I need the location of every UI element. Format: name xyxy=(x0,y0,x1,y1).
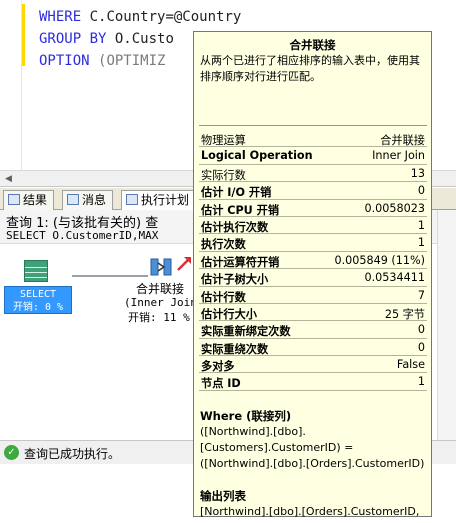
tooltip-divider xyxy=(199,125,427,126)
sql-line-2: GROUP BY O.Custo xyxy=(39,31,174,47)
tooltip-property-row: 物理运算 合并联接 xyxy=(199,130,427,148)
tab-results[interactable]: 结果 xyxy=(3,190,55,210)
tooltip-where-title: Where (联接列) xyxy=(200,409,292,423)
editor-gutter xyxy=(0,0,22,170)
tooltip-title: 合并联接 xyxy=(289,38,336,52)
tooltip-properties: 物理运算 合并联接 Logical Operation Inner Join 实际行数 1… xyxy=(199,130,427,391)
tooltip-property-row: 多对多 False xyxy=(199,356,427,374)
property-key: 估计子树大小 xyxy=(201,273,269,287)
tooltip-property-row: 估计运算符开销 0.005849 (11%) xyxy=(199,252,427,270)
tooltip-property-row: 实际行数 13 xyxy=(199,165,427,183)
property-key: 估计 CPU 开销 xyxy=(201,203,280,217)
property-value: 13 xyxy=(410,166,425,180)
property-value: Inner Join xyxy=(372,149,425,163)
sql-line-3: OPTION (OPTIMIZ xyxy=(39,53,166,69)
sql-line-1: WHERE C.Country=@Country xyxy=(39,9,242,25)
property-key: 估计行大小 xyxy=(201,307,257,321)
data-flow-arrow-icon xyxy=(177,257,191,271)
select-node-icon[interactable] xyxy=(24,260,48,282)
property-key: 估计行数 xyxy=(201,290,246,304)
property-key: 估计运算符开销 xyxy=(201,255,280,269)
property-value: 合并联接 xyxy=(380,134,425,147)
tab-messages[interactable]: 消息 xyxy=(62,190,114,210)
property-key: 多对多 xyxy=(201,360,235,374)
property-key: 实际重新绑定次数 xyxy=(201,325,291,339)
tooltip-property-row: 估计 CPU 开销 0.0058023 xyxy=(199,200,427,217)
property-value: 0.0058023 xyxy=(364,201,426,215)
property-value: 0 xyxy=(417,340,425,354)
property-value: 1 xyxy=(417,375,425,389)
plan-vertical-scrollbar[interactable] xyxy=(437,210,456,440)
query-sql-text: SELECT O.CustomerID,MAX xyxy=(6,229,159,242)
property-value: 25 字节 xyxy=(384,307,425,321)
tooltip-property-row: 估计行数 7 xyxy=(199,287,427,304)
merge-join-cost: 开销: 11 % xyxy=(128,311,190,324)
tab-execution-plan[interactable]: 执行计划 xyxy=(121,190,197,211)
property-key: 估计执行次数 xyxy=(201,220,269,234)
property-value: 1 xyxy=(417,236,425,250)
status-text: 查询已成功执行。 xyxy=(24,447,121,461)
plan-connector-line xyxy=(72,275,148,277)
property-key: 实际行数 xyxy=(201,168,246,182)
property-key: 节点 ID xyxy=(201,377,241,391)
scroll-left-icon[interactable]: ◀ xyxy=(0,171,17,187)
tooltip-property-row: 实际重绕次数 0 xyxy=(199,339,427,357)
change-marker xyxy=(22,4,25,66)
property-value: 0 xyxy=(417,323,425,337)
merge-join-type: (Inner Join xyxy=(124,296,197,309)
tooltip-where-body: ([Northwind].[dbo].[Customers].CustomerI… xyxy=(200,425,425,471)
tooltip-property-row: 实际重新绑定次数 0 xyxy=(199,321,427,339)
tooltip-description: 从两个已进行了相应排序的输入表中，使用其排序顺序对行进行匹配。 xyxy=(200,54,420,83)
tooltip-property-row: 节点 ID 1 xyxy=(199,373,427,391)
tooltip-property-row: 执行次数 1 xyxy=(199,234,427,252)
property-key: 物理运算 xyxy=(201,134,246,147)
merge-join-label: 合并联接 xyxy=(136,282,185,296)
select-node-label: SELECT xyxy=(19,289,57,300)
tooltip-output-title: 输出列表 xyxy=(200,489,246,503)
property-key: 估计 I/O 开销 xyxy=(201,186,272,200)
message-icon xyxy=(67,194,79,205)
property-value: 7 xyxy=(417,288,425,302)
property-key: 执行次数 xyxy=(201,238,246,252)
plan-icon xyxy=(126,194,138,205)
operator-tooltip: 合并联接 从两个已进行了相应排序的输入表中，使用其排序顺序对行进行匹配。 物理运… xyxy=(193,31,432,523)
property-key: 实际重绕次数 xyxy=(201,342,269,356)
select-node[interactable]: SELECT 开销: 0 % xyxy=(4,286,72,314)
property-value: False xyxy=(396,358,425,372)
success-check-icon: ✓ xyxy=(4,445,19,460)
tooltip-property-row: 估计执行次数 1 xyxy=(199,217,427,235)
tooltip-property-row: Logical Operation Inner Join xyxy=(199,147,427,165)
property-value: 1 xyxy=(417,218,425,232)
merge-join-icon[interactable] xyxy=(150,256,172,278)
property-value: 0.0534411 xyxy=(364,271,426,285)
property-value: 0.005849 (11%) xyxy=(334,253,425,267)
property-value: 0 xyxy=(417,184,425,198)
tooltip-property-row: 估计 I/O 开销 0 xyxy=(199,182,427,200)
property-key: Logical Operation xyxy=(201,149,313,163)
tooltip-output-body: [Northwind].[dbo].[Orders].CustomerID, E… xyxy=(200,505,420,523)
select-node-cost: 开销: 0 % xyxy=(12,302,64,313)
tooltip-property-row: 估计行大小 25 字节 xyxy=(199,304,427,322)
grid-icon xyxy=(8,194,20,205)
tooltip-property-row: 估计子树大小 0.0534411 xyxy=(199,269,427,287)
